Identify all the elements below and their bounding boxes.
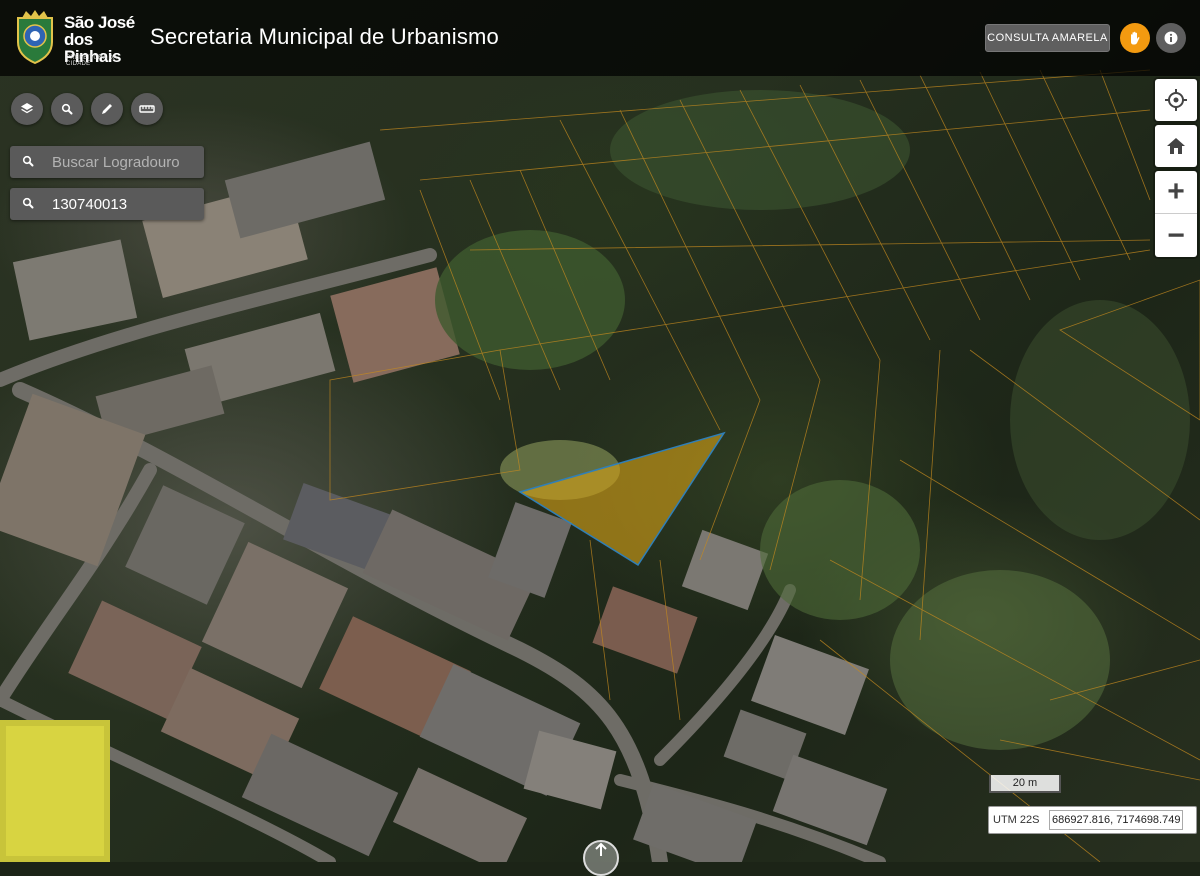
logo-subtitle: PREFEITURA DA CIDADE (66, 55, 118, 67)
city-logo[interactable]: São José dos Pinhais PREFEITURA DA CIDAD… (12, 8, 136, 67)
draw-tool-button[interactable] (91, 93, 123, 125)
layers-button[interactable] (11, 93, 43, 125)
home-button[interactable] (1155, 125, 1197, 167)
aerial-map[interactable] (0, 0, 1200, 862)
coordinate-value: 686927.816, 7174698.749 (1049, 810, 1184, 830)
layers-icon (21, 103, 33, 114)
scale-bar: 20 m (989, 775, 1061, 793)
crest-icon (17, 10, 53, 64)
consulta-amarela-button[interactable]: CONSULTA AMARELA (985, 24, 1110, 52)
crosshair-icon (1165, 89, 1187, 111)
search-icon (61, 103, 73, 115)
search-icon (22, 197, 34, 209)
home-control (1155, 125, 1197, 167)
street-search-box (10, 146, 204, 178)
ruler-icon (139, 105, 155, 113)
expand-panel-button[interactable] (583, 840, 619, 876)
coordinate-readout: UTM 22S 686927.816, 7174698.749 (988, 806, 1197, 834)
pencil-icon (102, 104, 112, 114)
search-icon (22, 155, 34, 167)
code-search-box (10, 188, 204, 220)
coordinate-projection: UTM 22S (993, 814, 1040, 826)
locate-control (1155, 79, 1197, 121)
header-bar: São José dos Pinhais PREFEITURA DA CIDAD… (0, 0, 1200, 76)
logo-city-line1: São José (64, 13, 135, 32)
locate-button[interactable] (1155, 79, 1197, 121)
pan-tool-button[interactable] (1120, 23, 1150, 53)
search-tool-button[interactable] (51, 93, 83, 125)
info-icon (1164, 31, 1178, 45)
arrow-up-icon (595, 842, 607, 856)
zoom-in-button[interactable]: + (1155, 171, 1197, 213)
zoom-out-button[interactable]: − (1155, 213, 1197, 257)
measure-tool-button[interactable] (131, 93, 163, 125)
info-button[interactable] (1156, 23, 1186, 53)
home-icon (1167, 138, 1185, 154)
page-title: Secretaria Municipal de Urbanismo (150, 24, 499, 49)
hand-icon (1131, 31, 1140, 45)
map-overlay (0, 69, 1200, 862)
code-search-input[interactable] (52, 188, 202, 220)
street-search-input[interactable] (52, 146, 202, 178)
zoom-control: + − (1155, 171, 1197, 257)
